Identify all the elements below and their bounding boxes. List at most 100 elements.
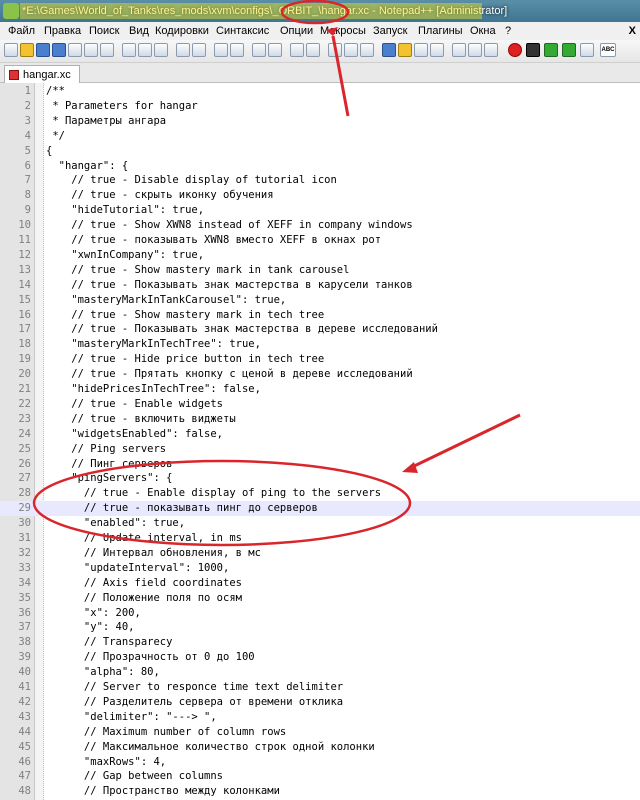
code-line[interactable]: 15 "masteryMarkInTankCarousel": true, xyxy=(0,293,640,308)
redo-icon[interactable] xyxy=(192,43,206,57)
monitoring-icon[interactable] xyxy=(430,43,444,57)
code-line[interactable]: 16 // true - Show mastery mark in tech t… xyxy=(0,308,640,323)
code-line[interactable]: 30 "enabled": true, xyxy=(0,516,640,531)
find-icon[interactable] xyxy=(214,43,228,57)
panel-icon[interactable] xyxy=(452,43,466,57)
stop-recording-icon[interactable] xyxy=(526,43,540,57)
code-line[interactable]: 47 // Gap between columns xyxy=(0,769,640,784)
menu-item[interactable]: Опции xyxy=(280,22,313,40)
print-icon[interactable] xyxy=(100,43,114,57)
code-line[interactable]: 32 // Интервал обновления, в мс xyxy=(0,546,640,561)
code-line[interactable]: 8 // true - скрыть иконку обучения xyxy=(0,188,640,203)
code-line[interactable]: 39 // Прозрачность от 0 до 100 xyxy=(0,650,640,665)
code-line[interactable]: 45 // Максимальное количество строк одно… xyxy=(0,740,640,755)
sync-horizontal-icon[interactable] xyxy=(306,43,320,57)
menu-item[interactable]: Правка xyxy=(44,22,81,40)
code-line[interactable]: 34 // Axis field coordinates xyxy=(0,576,640,591)
code-line[interactable]: 19 // true - Hide price button in tech t… xyxy=(0,352,640,367)
menu-item[interactable]: Кодировки xyxy=(155,22,209,40)
menu-item[interactable]: Вид xyxy=(129,22,149,40)
focus-icon[interactable] xyxy=(468,43,482,57)
code-line[interactable]: 12 "xwnInCompany": true, xyxy=(0,248,640,263)
replace-icon[interactable] xyxy=(230,43,244,57)
indent-guide-icon[interactable] xyxy=(360,43,374,57)
code-line[interactable]: 29 // true - показывать пинг до серверов xyxy=(0,501,640,517)
paste-icon[interactable] xyxy=(154,43,168,57)
code-line[interactable]: 37 "y": 40, xyxy=(0,620,640,635)
code-line[interactable]: 20 // true - Прятать кнопку с ценой в де… xyxy=(0,367,640,382)
spell-check-icon[interactable]: ABC xyxy=(600,43,616,57)
line-text: "masteryMarkInTechTree": true, xyxy=(46,338,261,351)
code-line[interactable]: 40 "alpha": 80, xyxy=(0,665,640,680)
cut-icon[interactable] xyxy=(122,43,136,57)
code-line[interactable]: 10 // true - Show XWN8 instead of XEFF i… xyxy=(0,218,640,233)
function-list-icon[interactable] xyxy=(398,43,412,57)
menu-item[interactable]: Плагины xyxy=(418,22,463,40)
run-macro-multiple-icon[interactable] xyxy=(562,43,576,57)
code-line[interactable]: 24 "widgetsEnabled": false, xyxy=(0,427,640,442)
code-line[interactable]: 2 * Parameters for hangar xyxy=(0,99,640,114)
code-line[interactable]: 14 // true - Показывать знак мастерства … xyxy=(0,278,640,293)
code-line[interactable]: 17 // true - Показывать знак мастерства … xyxy=(0,322,640,337)
code-line[interactable]: 44 // Maximum number of column rows xyxy=(0,725,640,740)
record-macro-icon[interactable] xyxy=(508,43,522,57)
new-file-icon[interactable] xyxy=(4,43,18,57)
code-line[interactable]: 4 */ xyxy=(0,129,640,144)
code-line[interactable]: 42 // Разделитель сервера от времени отк… xyxy=(0,695,640,710)
copy-icon[interactable] xyxy=(138,43,152,57)
save-all-icon[interactable] xyxy=(52,43,66,57)
code-line[interactable]: 26 // Пинг серверов xyxy=(0,457,640,472)
code-line[interactable]: 21 "hidePricesInTechTree": false, xyxy=(0,382,640,397)
menu-item[interactable]: ? xyxy=(505,22,511,40)
menu-item[interactable]: Окна xyxy=(470,22,496,40)
code-line[interactable]: 9 "hideTutorial": true, xyxy=(0,203,640,218)
word-wrap-icon[interactable] xyxy=(328,43,342,57)
screen-icon[interactable] xyxy=(484,43,498,57)
code-line[interactable]: 31 // Update interval, in ms xyxy=(0,531,640,546)
close-document-button[interactable]: X xyxy=(629,22,636,40)
code-line[interactable]: 13 // true - Show mastery mark in tank c… xyxy=(0,263,640,278)
zoom-in-icon[interactable] xyxy=(252,43,266,57)
code-line[interactable]: 1 /** xyxy=(0,84,640,99)
folder-workspace-icon[interactable] xyxy=(414,43,428,57)
menu-item[interactable]: Запуск xyxy=(373,22,407,40)
code-line[interactable]: 5{ xyxy=(0,144,640,159)
tab-hangar-xc[interactable]: hangar.xc xyxy=(4,65,80,83)
close-file-icon[interactable] xyxy=(68,43,82,57)
zoom-out-icon[interactable] xyxy=(268,43,282,57)
code-line[interactable]: 18 "masteryMarkInTechTree": true, xyxy=(0,337,640,352)
code-line[interactable]: 41 // Server to responce time text delim… xyxy=(0,680,640,695)
code-line[interactable]: 35 // Положение поля по осям xyxy=(0,591,640,606)
save-icon[interactable] xyxy=(36,43,50,57)
sync-vertical-icon[interactable] xyxy=(290,43,304,57)
code-line[interactable]: 27 "pingServers": { xyxy=(0,471,640,486)
line-number: 8 xyxy=(24,189,31,202)
code-line[interactable]: 22 // true - Enable widgets xyxy=(0,397,640,412)
code-line[interactable]: 38 // Transparecy xyxy=(0,635,640,650)
code-line[interactable]: 11 // true - показывать XWN8 вместо XEFF… xyxy=(0,233,640,248)
save-macro-icon[interactable] xyxy=(580,43,594,57)
close-all-icon[interactable] xyxy=(84,43,98,57)
menu-item[interactable]: Синтаксис xyxy=(216,22,269,40)
menu-item[interactable]: Макросы xyxy=(320,22,366,40)
code-line[interactable]: 28 // true - Enable display of ping to t… xyxy=(0,486,640,501)
document-map-icon[interactable] xyxy=(382,43,396,57)
open-file-icon[interactable] xyxy=(20,43,34,57)
code-line[interactable]: 7 // true - Disable display of tutorial … xyxy=(0,173,640,188)
line-number: 25 xyxy=(18,442,31,455)
code-line[interactable]: 33 "updateInterval": 1000, xyxy=(0,561,640,576)
code-line[interactable]: 25 // Ping servers xyxy=(0,442,640,457)
playback-macro-icon[interactable] xyxy=(544,43,558,57)
undo-icon[interactable] xyxy=(176,43,190,57)
code-editor[interactable]: 1/** 2 * Parameters for hangar 3 * Парамет… xyxy=(0,83,640,800)
code-line[interactable]: 46 "maxRows": 4, xyxy=(0,755,640,770)
code-line[interactable]: 43 "delimiter": "---> ", xyxy=(0,710,640,725)
menu-item[interactable]: Файл xyxy=(8,22,35,40)
code-line[interactable]: 36 "x": 200, xyxy=(0,606,640,621)
code-line[interactable]: 23 // true - включить виджеты xyxy=(0,412,640,427)
code-line[interactable]: 3 * Параметры ангара xyxy=(0,114,640,129)
code-line[interactable]: 48 // Пространство между колонками xyxy=(0,784,640,799)
code-line[interactable]: 6 "hangar": { xyxy=(0,159,640,174)
menu-item[interactable]: Поиск xyxy=(89,22,119,40)
show-all-chars-icon[interactable] xyxy=(344,43,358,57)
